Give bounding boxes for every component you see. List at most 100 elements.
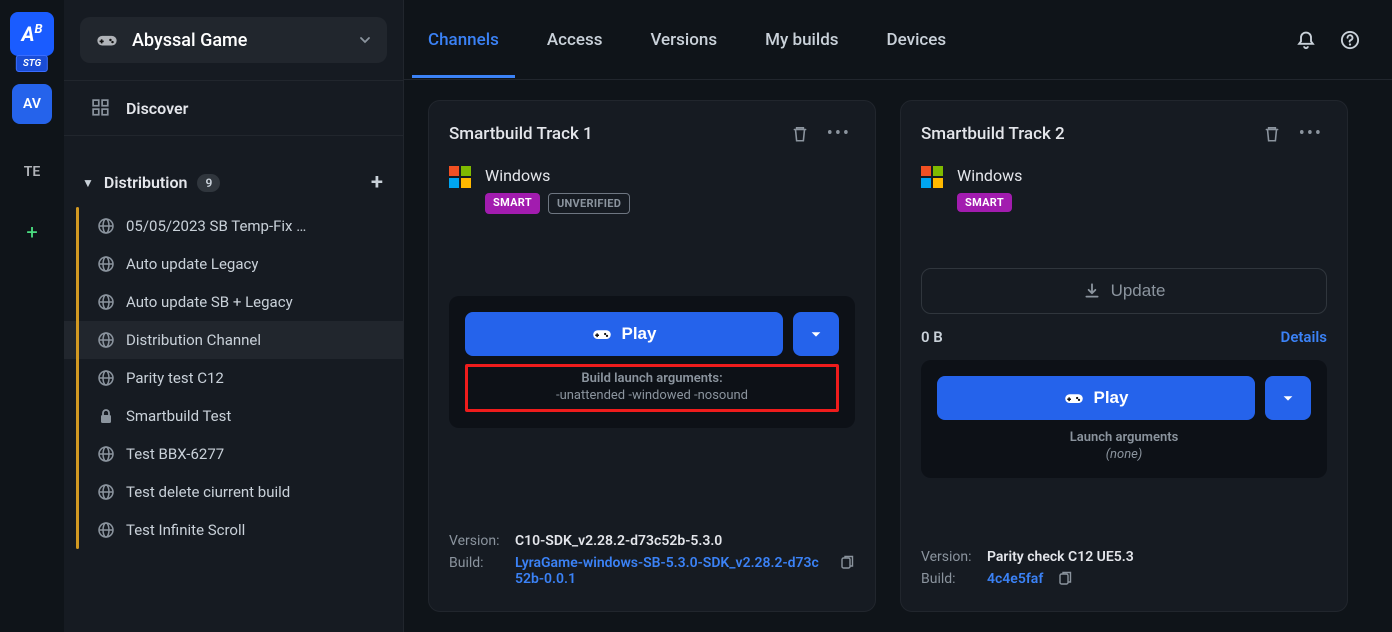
channel-label: Test delete ciurrent build <box>126 483 290 501</box>
channel-label: Distribution Channel <box>126 331 261 349</box>
tab-channels[interactable]: Channels <box>428 6 499 74</box>
channel-item[interactable]: Test BBX-6277 <box>64 435 403 473</box>
play-button[interactable]: Play <box>937 376 1255 420</box>
globe-icon <box>98 484 114 500</box>
globe-icon <box>98 522 114 538</box>
add-workspace-button[interactable]: + <box>12 212 52 252</box>
build-label: Build: <box>449 555 507 571</box>
windows-icon <box>921 166 943 188</box>
left-rail: AB STG AV TE + <box>0 0 64 632</box>
gamepad-icon <box>592 324 612 344</box>
version-value: C10-SDK_v2.28.2-d73c52b-5.3.0 <box>515 533 722 549</box>
more-button[interactable]: ••• <box>1295 119 1327 148</box>
caret-down-icon <box>1281 391 1295 405</box>
size-label: 0 B <box>921 328 943 346</box>
globe-icon <box>98 370 114 386</box>
gamepad-icon <box>1064 388 1084 408</box>
channel-label: Test BBX-6277 <box>126 445 224 463</box>
caret-down-icon: ▼ <box>82 176 94 190</box>
update-label: Update <box>1111 281 1166 301</box>
tab-devices[interactable]: Devices <box>887 6 947 74</box>
card-title: Smartbuild Track 1 <box>449 124 777 144</box>
help-button[interactable] <box>1332 22 1368 58</box>
channel-item[interactable]: Test Infinite Scroll <box>64 511 403 549</box>
launch-args-value: -unattended -windowed -nosound <box>488 388 816 403</box>
windows-icon <box>449 166 471 188</box>
copy-button[interactable] <box>1057 571 1073 587</box>
action-bar: Play Launch arguments (none) <box>921 360 1327 478</box>
channel-label: Auto update SB + Legacy <box>126 293 293 311</box>
copy-button[interactable] <box>839 555 855 571</box>
version-label: Version: <box>449 533 507 549</box>
play-dropdown-button[interactable] <box>1265 376 1311 420</box>
app-logo[interactable]: AB STG <box>10 12 54 56</box>
channel-label: Parity test C12 <box>126 369 224 387</box>
content: Smartbuild Track 1 ••• Windows SMART UNV… <box>404 80 1392 632</box>
globe-icon <box>98 256 114 272</box>
channel-label: Test Infinite Scroll <box>126 521 245 539</box>
caret-down-icon <box>809 327 823 341</box>
unverified-badge: UNVERIFIED <box>548 193 630 214</box>
platform-name: Windows <box>957 166 1022 185</box>
workspace-te[interactable]: TE <box>12 152 52 192</box>
smart-badge: SMART <box>957 193 1012 212</box>
gamepad-icon <box>94 27 120 53</box>
launch-args-highlight: Build launch arguments: -unattended -win… <box>465 364 839 412</box>
play-label: Play <box>622 324 657 344</box>
channel-item[interactable]: Test delete ciurrent build <box>64 473 403 511</box>
channel-label: 05/05/2023 SB Temp-Fix … <box>126 217 306 235</box>
project-name: Abyssal Game <box>132 30 345 51</box>
add-channel-button[interactable]: + <box>371 170 383 195</box>
details-link[interactable]: Details <box>1281 328 1327 346</box>
env-badge: STG <box>16 55 48 72</box>
smart-badge: SMART <box>485 193 540 214</box>
globe-icon <box>98 332 114 348</box>
discover-label: Discover <box>126 99 188 118</box>
lock-icon <box>98 408 114 424</box>
action-bar: Play Build launch arguments: -unattended… <box>449 296 855 428</box>
build-value[interactable]: 4c4e5faf <box>987 571 1043 587</box>
channel-label: Smartbuild Test <box>126 407 231 425</box>
channel-list: 05/05/2023 SB Temp-Fix … Auto update Lega… <box>64 207 403 549</box>
workspace-av[interactable]: AV <box>12 84 52 124</box>
play-button[interactable]: Play <box>465 312 783 356</box>
build-label: Build: <box>921 571 979 587</box>
launch-args-title: Launch arguments <box>937 430 1311 445</box>
channel-item[interactable]: Auto update Legacy <box>64 245 403 283</box>
play-label: Play <box>1094 388 1129 408</box>
channel-item[interactable]: Parity test C12 <box>64 359 403 397</box>
download-icon <box>1083 282 1101 300</box>
sidebar: Abyssal Game Discover ▼ Distribution 9 +… <box>64 0 404 632</box>
distribution-section-header[interactable]: ▼ Distribution 9 + <box>64 154 403 207</box>
update-button[interactable]: Update <box>921 268 1327 314</box>
build-value[interactable]: LyraGame-windows-SB-5.3.0-SDK_v2.28.2-d7… <box>515 555 825 587</box>
play-dropdown-button[interactable] <box>793 312 839 356</box>
launch-args-title: Build launch arguments: <box>488 371 816 386</box>
project-selector[interactable]: Abyssal Game <box>80 17 387 63</box>
channel-item[interactable]: 05/05/2023 SB Temp-Fix … <box>64 207 403 245</box>
tab-versions[interactable]: Versions <box>650 6 717 74</box>
channel-label: Auto update Legacy <box>126 255 258 273</box>
channel-item[interactable]: Distribution Channel <box>64 321 403 359</box>
discover-icon <box>92 99 110 117</box>
notifications-button[interactable] <box>1288 22 1324 58</box>
channel-item[interactable]: Auto update SB + Legacy <box>64 283 403 321</box>
archive-button[interactable] <box>1259 121 1285 147</box>
card-title: Smartbuild Track 2 <box>921 124 1249 144</box>
more-button[interactable]: ••• <box>823 119 855 148</box>
chevron-down-icon <box>357 32 373 48</box>
track-card-2: Smartbuild Track 2 ••• Windows SMART Upd… <box>900 100 1348 612</box>
section-title: Distribution <box>104 173 188 192</box>
main: Channels Access Versions My builds Devices S… <box>404 0 1392 632</box>
version-value: Parity check C12 UE5.3 <box>987 549 1134 565</box>
section-count: 9 <box>197 174 220 192</box>
archive-button[interactable] <box>787 121 813 147</box>
channel-item[interactable]: Smartbuild Test <box>64 397 403 435</box>
platform-name: Windows <box>485 166 630 185</box>
topbar: Channels Access Versions My builds Devices <box>404 0 1392 80</box>
tab-my-builds[interactable]: My builds <box>765 6 838 74</box>
launch-args-value: (none) <box>937 447 1311 462</box>
tab-access[interactable]: Access <box>547 6 603 74</box>
discover-nav[interactable]: Discover <box>64 80 403 136</box>
globe-icon <box>98 446 114 462</box>
